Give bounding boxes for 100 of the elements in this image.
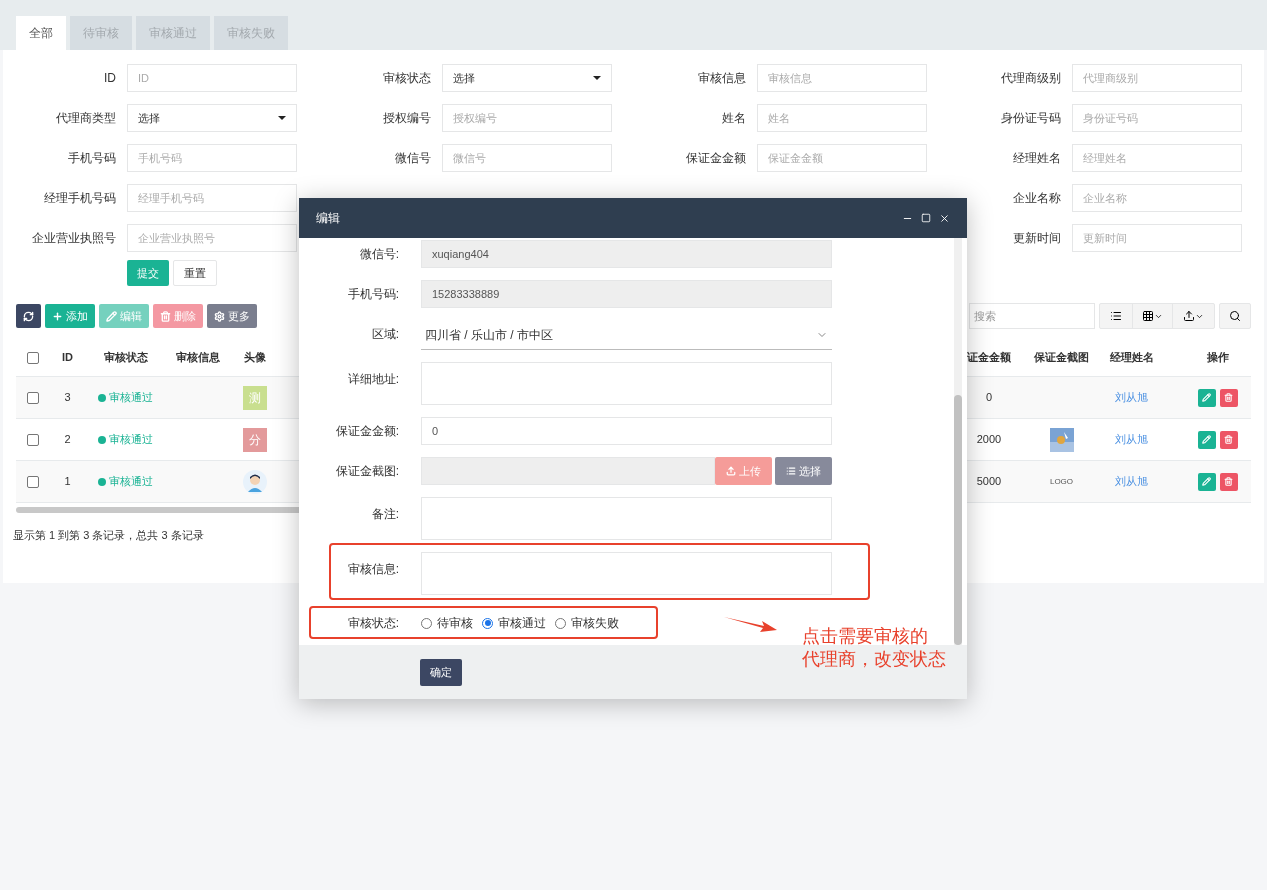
field-label: 代理商级别 xyxy=(1000,70,1061,87)
input-field[interactable]: 经理手机号码 xyxy=(127,184,297,212)
edit-row-button[interactable] xyxy=(1197,388,1216,407)
status-text: 审核通过 xyxy=(109,390,153,406)
grid-icon xyxy=(1142,310,1154,322)
caret-icon xyxy=(278,116,286,120)
field-label: 微信号 xyxy=(394,150,431,167)
select-field[interactable]: 选择 xyxy=(127,104,297,132)
field-label: 微信号: xyxy=(358,246,399,263)
table-cell-text: 0 xyxy=(984,390,994,406)
radio-option[interactable]: 审核通过 xyxy=(482,614,546,632)
region-select[interactable]: 四川省 / 乐山市 / 市中区 xyxy=(421,320,832,350)
table-cell-text: 1 xyxy=(63,474,72,490)
column-header: 证金金额 xyxy=(966,350,1012,366)
manager-link[interactable]: 刘从旭 xyxy=(1099,389,1164,406)
caret-icon xyxy=(593,76,601,80)
field-label: 审核信息 xyxy=(697,70,746,87)
pagination-info: 显示第 1 到第 3 条记录，总共 3 条记录 xyxy=(13,528,205,543)
select-field[interactable]: 选择 xyxy=(442,64,612,92)
trash-icon xyxy=(1224,435,1233,444)
avatar: 测 xyxy=(243,385,267,410)
add-button[interactable]: 添加 xyxy=(45,304,95,328)
field-label: 详细地址: xyxy=(346,371,399,388)
input-field[interactable]: 身份证号码 xyxy=(1072,104,1242,132)
delete-row-button[interactable] xyxy=(1219,472,1238,491)
maximize-icon[interactable] xyxy=(921,212,931,223)
input-field[interactable]: 经理姓名 xyxy=(1072,144,1242,172)
input-field[interactable]: 更新时间 xyxy=(1072,224,1242,252)
upload-button[interactable]: 上传 xyxy=(715,457,772,485)
export-icon xyxy=(1183,310,1195,322)
column-header: 操作 xyxy=(1205,350,1230,366)
edit-row-button[interactable] xyxy=(1197,472,1216,491)
edit-icon xyxy=(106,310,117,322)
manager-link[interactable]: 刘从旭 xyxy=(1099,473,1164,490)
input-field[interactable]: 企业名称 xyxy=(1072,184,1242,212)
column-header: 经理姓名 xyxy=(1108,350,1155,366)
input-field[interactable]: 0 xyxy=(421,417,832,445)
tab[interactable]: 全部 xyxy=(16,16,66,50)
pencil-icon xyxy=(1202,477,1211,486)
radio-option[interactable]: 待审核 xyxy=(421,614,473,632)
checkbox[interactable] xyxy=(27,351,39,364)
input-field[interactable]: 微信号 xyxy=(442,144,612,172)
field-label: 手机号码 xyxy=(67,150,116,167)
refresh-button[interactable] xyxy=(16,304,41,328)
radio-option[interactable]: 审核失败 xyxy=(555,614,619,632)
field-label: 企业营业执照号 xyxy=(31,230,116,247)
confirm-button[interactable]: 确定 xyxy=(420,658,462,686)
edit-row-button[interactable] xyxy=(1197,430,1216,449)
list-icon xyxy=(786,466,796,476)
search-field[interactable]: 搜索 xyxy=(969,303,1095,329)
dialog-title: 编辑 xyxy=(316,210,340,227)
input-field[interactable]: 审核信息 xyxy=(757,64,927,92)
delete-icon xyxy=(160,310,171,322)
field-label: 更新时间 xyxy=(1012,230,1061,247)
table-cell-text: 2000 xyxy=(975,432,1003,448)
table-cell-text: 2 xyxy=(63,432,72,448)
field-label: 手机号码: xyxy=(346,286,399,303)
input-field[interactable]: 代理商级别 xyxy=(1072,64,1242,92)
avatar-figure xyxy=(243,469,267,494)
input-field[interactable]: 姓名 xyxy=(757,104,927,132)
field-label: 审核信息: xyxy=(346,561,399,578)
checkbox[interactable] xyxy=(27,475,39,488)
table-cell-text: 5000 xyxy=(975,474,1003,490)
vertical-scrollbar[interactable] xyxy=(954,238,962,645)
input-field[interactable]: 保证金金额 xyxy=(757,144,927,172)
checkbox[interactable] xyxy=(27,391,39,404)
manager-link[interactable]: 刘从旭 xyxy=(1099,431,1164,448)
delete-row-button[interactable] xyxy=(1219,430,1238,449)
column-header: 审核信息 xyxy=(175,350,221,366)
submit-button[interactable]: 提交 xyxy=(127,260,169,286)
table-cell-text: 3 xyxy=(63,390,72,406)
delete-row-button[interactable] xyxy=(1219,388,1238,407)
status-text: 审核通过 xyxy=(109,474,153,490)
field-label: 姓名 xyxy=(721,110,746,127)
pencil-icon xyxy=(1202,393,1211,402)
input-field[interactable]: 授权编号 xyxy=(442,104,612,132)
search-button[interactable] xyxy=(1219,303,1251,329)
upload-icon xyxy=(726,466,736,476)
input-field[interactable]: 企业营业执照号 xyxy=(127,224,297,252)
reset-button[interactable]: 重置 xyxy=(173,260,217,286)
choose-button[interactable]: 选择 xyxy=(775,457,832,485)
column-header: ID xyxy=(61,350,74,366)
field-label: 审核状态: xyxy=(346,615,399,632)
field-label: 经理姓名 xyxy=(1012,150,1061,167)
checkbox[interactable] xyxy=(27,433,39,446)
logo-thumbnail: LOGO xyxy=(1049,475,1074,488)
field-label: 授权编号 xyxy=(382,110,431,127)
field-label: 经理手机号码 xyxy=(43,190,116,207)
trash-icon xyxy=(1224,477,1233,486)
add-icon xyxy=(52,310,63,322)
more-button[interactable]: 更多 xyxy=(207,304,257,328)
list-icon xyxy=(1110,310,1122,322)
input-field[interactable]: ID xyxy=(127,64,297,92)
column-header: 审核状态 xyxy=(102,350,149,366)
field-label: 备注: xyxy=(370,506,399,523)
avatar: 分 xyxy=(243,427,267,452)
refresh-icon xyxy=(23,310,34,322)
close-icon[interactable] xyxy=(939,212,950,224)
pencil-icon xyxy=(1202,435,1211,444)
input-field[interactable]: 手机号码 xyxy=(127,144,297,172)
